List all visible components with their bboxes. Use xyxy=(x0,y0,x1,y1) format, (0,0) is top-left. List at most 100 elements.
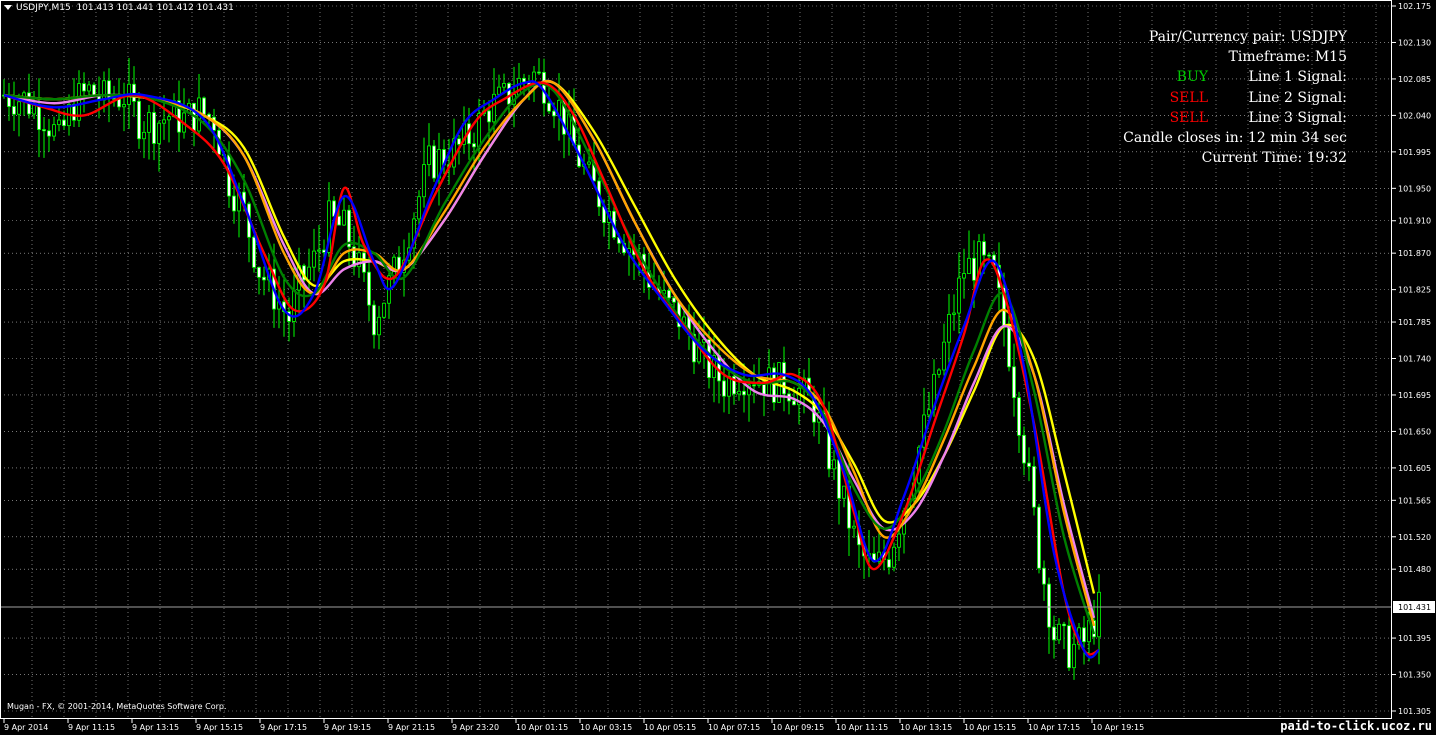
candle-body xyxy=(472,143,476,148)
candle-body xyxy=(87,84,91,92)
candle-body xyxy=(167,116,171,121)
current-price-label: 101.431 xyxy=(1398,603,1431,612)
candle-body xyxy=(17,101,21,115)
candle-closes-row: Candle closes in: 12 min 34 sec xyxy=(1087,128,1347,148)
candle-body xyxy=(57,119,61,126)
time-tick-label: 10 Apr 09:15 xyxy=(772,723,824,732)
candle-body xyxy=(1082,627,1086,643)
line3-row: SELL Line 3 Signal: xyxy=(1087,108,1347,128)
candle-body xyxy=(982,241,986,256)
candle-body xyxy=(1017,397,1021,436)
time-tick-label: 10 Apr 13:15 xyxy=(900,723,952,732)
time-tick-label: 10 Apr 03:15 xyxy=(580,723,632,732)
candle-body xyxy=(372,304,376,336)
price-tick-label: 101.305 xyxy=(1398,707,1431,716)
candle-body xyxy=(497,86,501,95)
candle-body xyxy=(317,249,321,252)
copyright-text: Mugan - FX, © 2001-2014, MetaQuotes Soft… xyxy=(7,702,227,711)
price-tick-label: 101.520 xyxy=(1398,533,1431,542)
candle-body xyxy=(457,138,461,145)
candle-body xyxy=(737,390,741,395)
moving-averages-layer xyxy=(3,79,1100,659)
candle-body xyxy=(667,290,671,299)
candle-body xyxy=(37,104,41,130)
time-axis[interactable]: 9 Apr 2014 9 Apr 11:15 9 Apr 13:15 9 Apr 15… xyxy=(3,719,1144,732)
candle-body xyxy=(32,104,36,115)
candle-body xyxy=(837,459,841,499)
timeframe-text: Timeframe: M15 xyxy=(1228,49,1347,66)
candle-body xyxy=(367,271,371,306)
price-tick-label: 102.085 xyxy=(1398,75,1431,84)
candle-body xyxy=(42,129,46,132)
price-tick-label: 101.910 xyxy=(1398,217,1431,226)
line3-label: Line 3 Signal: xyxy=(1248,109,1347,126)
candle-body xyxy=(752,384,756,387)
candle-body xyxy=(1027,462,1031,467)
candle-body xyxy=(952,312,956,315)
candle-body xyxy=(672,297,676,303)
dropdown-arrow-icon[interactable] xyxy=(4,5,12,10)
price-tick-label: 101.605 xyxy=(1398,464,1431,473)
line2-label: Line 2 Signal: xyxy=(1248,89,1347,106)
price-tick-label: 101.395 xyxy=(1398,634,1431,643)
ma-line-red xyxy=(3,81,1100,656)
candle-body xyxy=(377,316,381,336)
time-tick-label: 9 Apr 21:15 xyxy=(388,723,435,732)
candle-body xyxy=(962,273,966,279)
price-tick-label: 101.350 xyxy=(1398,671,1431,680)
time-tick-label: 10 Apr 01:15 xyxy=(516,723,568,732)
candle-body xyxy=(142,131,146,140)
candle-body xyxy=(102,80,106,101)
candle-body xyxy=(897,533,901,548)
candle-body xyxy=(507,83,511,105)
price-tick-label: 101.825 xyxy=(1398,286,1431,295)
current-price-box: 101.431 xyxy=(1393,601,1435,613)
time-tick-label: 10 Apr 11:15 xyxy=(836,723,888,732)
candle-body xyxy=(307,266,311,281)
candle-body xyxy=(552,110,556,117)
current-time-text: Current Time: 19:32 xyxy=(1201,150,1347,167)
price-tick-label: 101.480 xyxy=(1398,565,1431,574)
time-tick-label: 9 Apr 19:15 xyxy=(324,723,371,732)
chart-header: USDJPY,M15 101.413 101.441 101.412 101.4… xyxy=(4,3,234,13)
time-tick-label: 10 Apr 05:15 xyxy=(644,723,696,732)
price-tick-label: 101.995 xyxy=(1398,148,1431,157)
candle-body xyxy=(1062,623,1066,627)
candle-body xyxy=(942,341,946,371)
candle-body xyxy=(427,145,431,165)
candle-body xyxy=(162,119,166,124)
candle-body xyxy=(1047,583,1051,628)
candle-body xyxy=(987,254,991,257)
candle-body xyxy=(1067,625,1071,669)
price-tick-label: 101.870 xyxy=(1398,249,1431,258)
candle-body xyxy=(202,97,206,115)
candle-body xyxy=(1007,326,1011,368)
candle-body xyxy=(537,71,541,74)
pair-text: Pair/Currency pair: USDJPY xyxy=(1148,29,1347,45)
ma-line-yellow xyxy=(3,80,1096,594)
line3-signal: SELL xyxy=(1169,109,1208,126)
timeframe-row: Timeframe: M15 xyxy=(1087,47,1347,67)
candle-body xyxy=(392,256,396,277)
candle-body xyxy=(792,400,796,406)
candle-body xyxy=(1037,506,1041,569)
candle-body xyxy=(117,98,121,108)
candle-body xyxy=(1057,623,1061,641)
candle-body xyxy=(62,119,66,127)
candles-layer xyxy=(2,57,1101,680)
candle-body xyxy=(122,104,126,108)
price-tick-label: 102.040 xyxy=(1398,111,1431,120)
candle-body xyxy=(927,409,931,416)
candle-body xyxy=(52,124,56,137)
time-tick-label: 9 Apr 23:20 xyxy=(452,723,499,732)
candle-body xyxy=(312,250,316,268)
candle-body xyxy=(522,77,526,83)
price-tick-label: 101.950 xyxy=(1398,184,1431,193)
line2-row: SELL Line 2 Signal: xyxy=(1087,88,1347,108)
candle-body xyxy=(262,276,266,281)
candle-body xyxy=(257,266,261,278)
candle-body xyxy=(1097,591,1101,638)
candle-body xyxy=(782,362,786,395)
candle-body xyxy=(1052,626,1056,641)
candle-body xyxy=(432,145,436,179)
